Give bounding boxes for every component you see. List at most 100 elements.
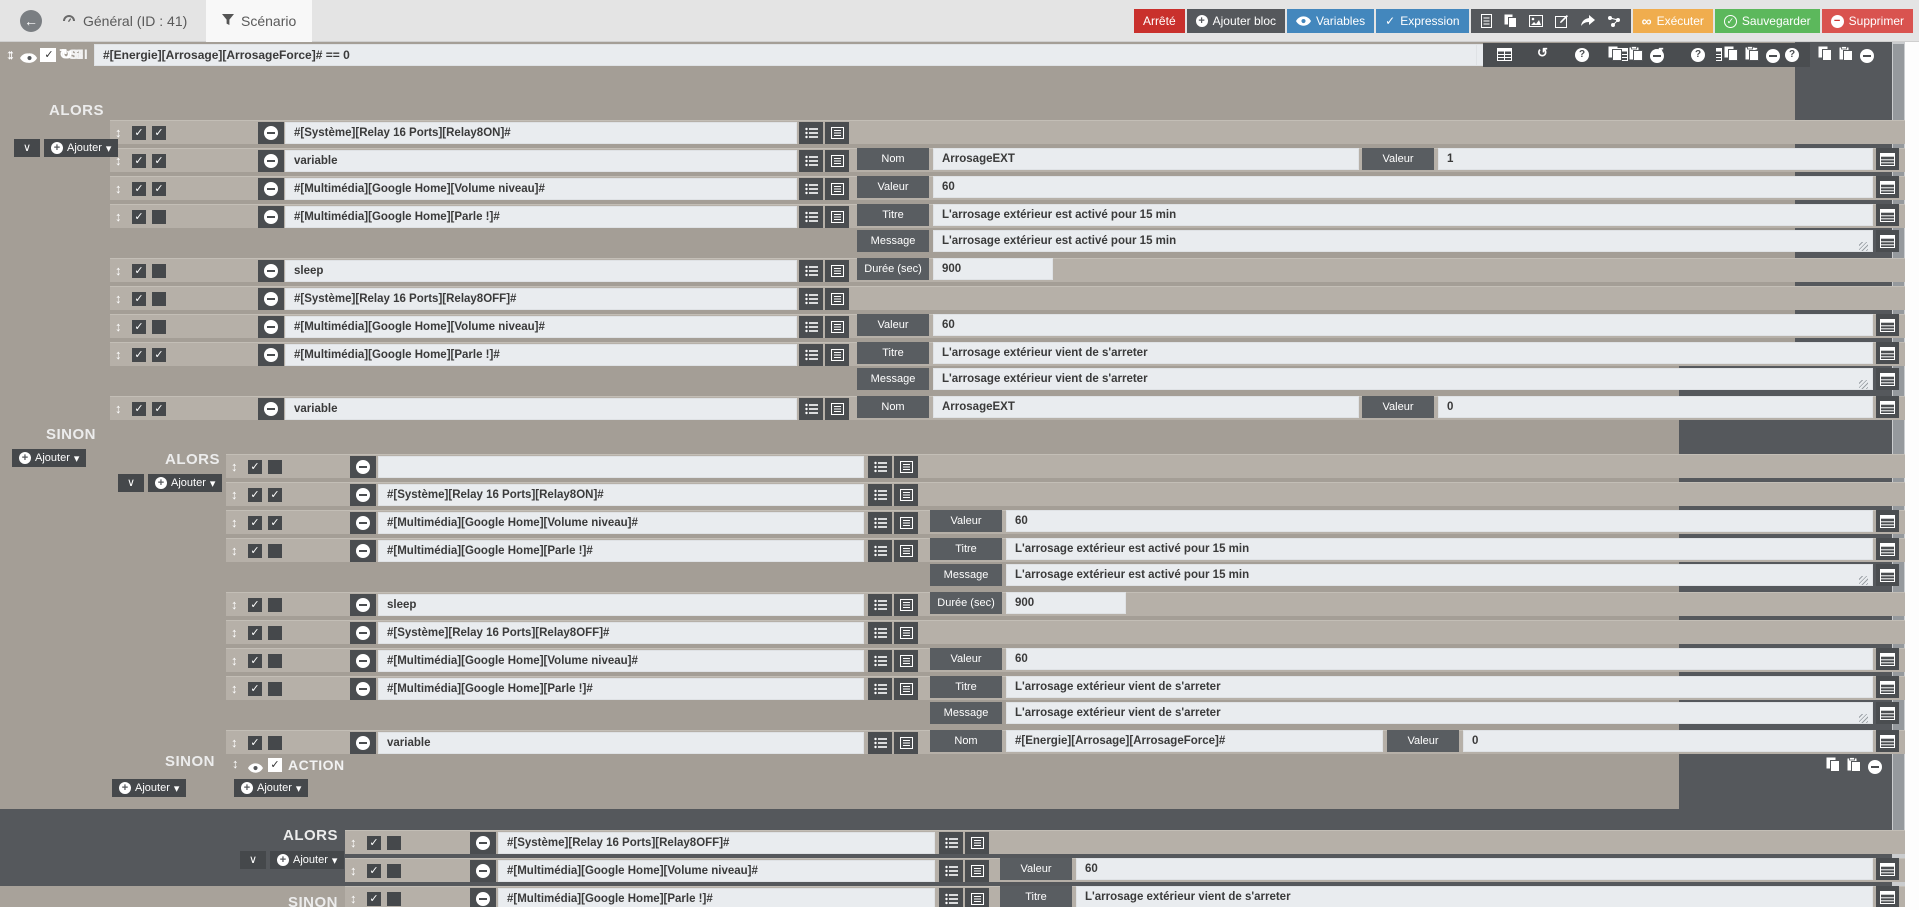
remove-action-button[interactable] bbox=[258, 398, 284, 420]
param-input[interactable]: ArrosageEXT bbox=[933, 148, 1359, 170]
remove-action-button[interactable] bbox=[350, 512, 376, 534]
drag-handle-icon[interactable]: ↕ bbox=[8, 46, 15, 62]
param-input[interactable]: 60 bbox=[1006, 510, 1873, 532]
log-file-icon[interactable] bbox=[1480, 14, 1492, 28]
remove-action-button[interactable] bbox=[350, 650, 376, 672]
drag-handle-icon[interactable]: ↕ bbox=[115, 125, 122, 140]
enable-checkbox[interactable]: ✓ bbox=[132, 154, 146, 168]
block2-sinon-add-button[interactable]: + Ajouter ▾ bbox=[112, 779, 187, 797]
detail-grid-icon[interactable] bbox=[1876, 676, 1899, 698]
drag-handle-icon[interactable]: ↕ bbox=[350, 863, 357, 878]
detail-grid-icon[interactable] bbox=[1876, 342, 1899, 364]
command-list-icon[interactable] bbox=[868, 540, 892, 562]
remove-action-button[interactable] bbox=[350, 540, 376, 562]
background-checkbox[interactable]: ✓ bbox=[268, 516, 282, 530]
remove-action-button[interactable] bbox=[258, 150, 284, 172]
detail-grid-icon[interactable] bbox=[1876, 858, 1899, 880]
command-detail-icon[interactable] bbox=[825, 150, 849, 172]
command-input[interactable]: variable bbox=[285, 150, 797, 172]
param-input[interactable]: L'arrosage extérieur vient de s'arreter bbox=[933, 342, 1873, 364]
enable-checkbox[interactable]: ✓ bbox=[132, 292, 146, 306]
command-input[interactable]: #[Système][Relay 16 Ports][Relay8OFF]# bbox=[378, 622, 864, 644]
visibility-eye-icon[interactable] bbox=[22, 50, 37, 68]
param-input[interactable]: L'arrosage extérieur est activé pour 15 … bbox=[1006, 564, 1873, 586]
drag-handle-icon[interactable]: ↕ bbox=[115, 291, 122, 306]
enable-checkbox[interactable]: ✓ bbox=[132, 126, 146, 140]
enable-checkbox[interactable]: ✓ bbox=[248, 682, 262, 696]
command-input[interactable]: variable bbox=[285, 398, 797, 420]
param-input[interactable]: 60 bbox=[933, 314, 1873, 336]
remove-action-button[interactable] bbox=[470, 888, 496, 907]
background-checkbox[interactable]: ✓ bbox=[268, 488, 282, 502]
drag-handle-icon[interactable]: ↕ bbox=[231, 681, 238, 696]
command-detail-icon[interactable] bbox=[825, 398, 849, 420]
background-checkbox[interactable]: ✓ bbox=[152, 154, 166, 168]
command-list-icon[interactable] bbox=[868, 650, 892, 672]
command-detail-icon[interactable] bbox=[825, 206, 849, 228]
help-icon[interactable]: ? bbox=[1691, 48, 1705, 62]
background-checkbox[interactable] bbox=[152, 210, 166, 224]
detail-grid-icon[interactable] bbox=[1876, 204, 1899, 226]
enable-checkbox[interactable]: ✓ bbox=[132, 210, 146, 224]
enable-checkbox[interactable]: ✓ bbox=[132, 402, 146, 416]
remove-action-button[interactable] bbox=[350, 594, 376, 616]
drag-handle-icon[interactable]: ↕ bbox=[115, 319, 122, 334]
param-input[interactable]: 900 bbox=[1006, 592, 1126, 614]
background-checkbox[interactable]: ✓ bbox=[152, 182, 166, 196]
copy-icon[interactable] bbox=[1724, 46, 1738, 66]
command-list-icon[interactable] bbox=[799, 260, 823, 282]
background-checkbox[interactable] bbox=[387, 836, 401, 850]
enable-checkbox[interactable]: ✓ bbox=[248, 654, 262, 668]
edit-icon[interactable] bbox=[1554, 14, 1569, 28]
background-checkbox[interactable] bbox=[268, 736, 282, 750]
command-input[interactable]: variable bbox=[378, 732, 864, 754]
command-detail-icon[interactable] bbox=[894, 540, 918, 562]
command-list-icon[interactable] bbox=[799, 206, 823, 228]
command-input[interactable]: #[Multimédia][Google Home][Parle !]# bbox=[285, 344, 797, 366]
command-detail-icon[interactable] bbox=[894, 678, 918, 700]
help-icon[interactable]: ? bbox=[1575, 48, 1589, 62]
enable-checkbox[interactable]: ✓ bbox=[367, 892, 381, 906]
detail-grid-icon[interactable] bbox=[1876, 368, 1899, 390]
param-input[interactable]: L'arrosage extérieur vient de s'arreter bbox=[1006, 702, 1873, 724]
enable-checkbox[interactable]: ✓ bbox=[367, 836, 381, 850]
detail-grid-icon[interactable] bbox=[1876, 176, 1899, 198]
remove-action-button[interactable] bbox=[258, 288, 284, 310]
param-input[interactable]: L'arrosage extérieur vient de s'arreter bbox=[1006, 676, 1873, 698]
param-input[interactable]: 0 bbox=[1438, 396, 1873, 418]
drag-handle-icon[interactable]: ↕ bbox=[231, 459, 238, 474]
remove-action-button[interactable] bbox=[258, 178, 284, 200]
command-input[interactable]: sleep bbox=[378, 594, 864, 616]
remove-action-button[interactable] bbox=[258, 344, 284, 366]
resize-grip[interactable] bbox=[1859, 242, 1868, 251]
detail-grid-icon[interactable] bbox=[1876, 314, 1899, 336]
param-input[interactable]: 900 bbox=[933, 258, 1053, 280]
background-checkbox[interactable] bbox=[152, 320, 166, 334]
expression-button[interactable]: ✓ Expression bbox=[1376, 9, 1469, 33]
drag-handle-icon[interactable]: ↕ bbox=[231, 735, 238, 750]
command-list-icon[interactable] bbox=[939, 832, 963, 854]
remove-action-button[interactable] bbox=[470, 860, 496, 882]
command-detail-icon[interactable] bbox=[825, 260, 849, 282]
param-input[interactable]: L'arrosage extérieur vient de s'arreter bbox=[933, 368, 1873, 390]
drag-handle-icon[interactable]: ↕ bbox=[350, 891, 357, 906]
command-list-icon[interactable] bbox=[868, 594, 892, 616]
remove-action-button[interactable] bbox=[258, 122, 284, 144]
save-button[interactable]: ✓ Sauvegarder bbox=[1714, 9, 1820, 33]
command-detail-icon[interactable] bbox=[894, 732, 918, 754]
detail-grid-icon[interactable] bbox=[1876, 702, 1899, 724]
help-icon[interactable]: ? bbox=[1785, 48, 1799, 62]
param-input[interactable]: L'arrosage extérieur est activé pour 15 … bbox=[933, 230, 1873, 252]
remove-action-button[interactable] bbox=[470, 832, 496, 854]
tab-scenario[interactable]: Scénario bbox=[206, 0, 313, 42]
drag-handle-icon[interactable]: ↕ bbox=[115, 263, 122, 278]
enable-checkbox[interactable]: ✓ bbox=[268, 758, 282, 772]
command-detail-icon[interactable] bbox=[894, 484, 918, 506]
param-input[interactable]: 60 bbox=[1076, 858, 1873, 880]
command-input[interactable]: #[Multimédia][Google Home][Parle !]# bbox=[378, 540, 864, 562]
enable-checkbox[interactable]: ✓ bbox=[248, 488, 262, 502]
command-detail-icon[interactable] bbox=[894, 512, 918, 534]
remove-block-icon[interactable] bbox=[1868, 760, 1882, 774]
command-list-icon[interactable] bbox=[799, 316, 823, 338]
drag-handle-icon[interactable]: ↕ bbox=[350, 835, 357, 850]
